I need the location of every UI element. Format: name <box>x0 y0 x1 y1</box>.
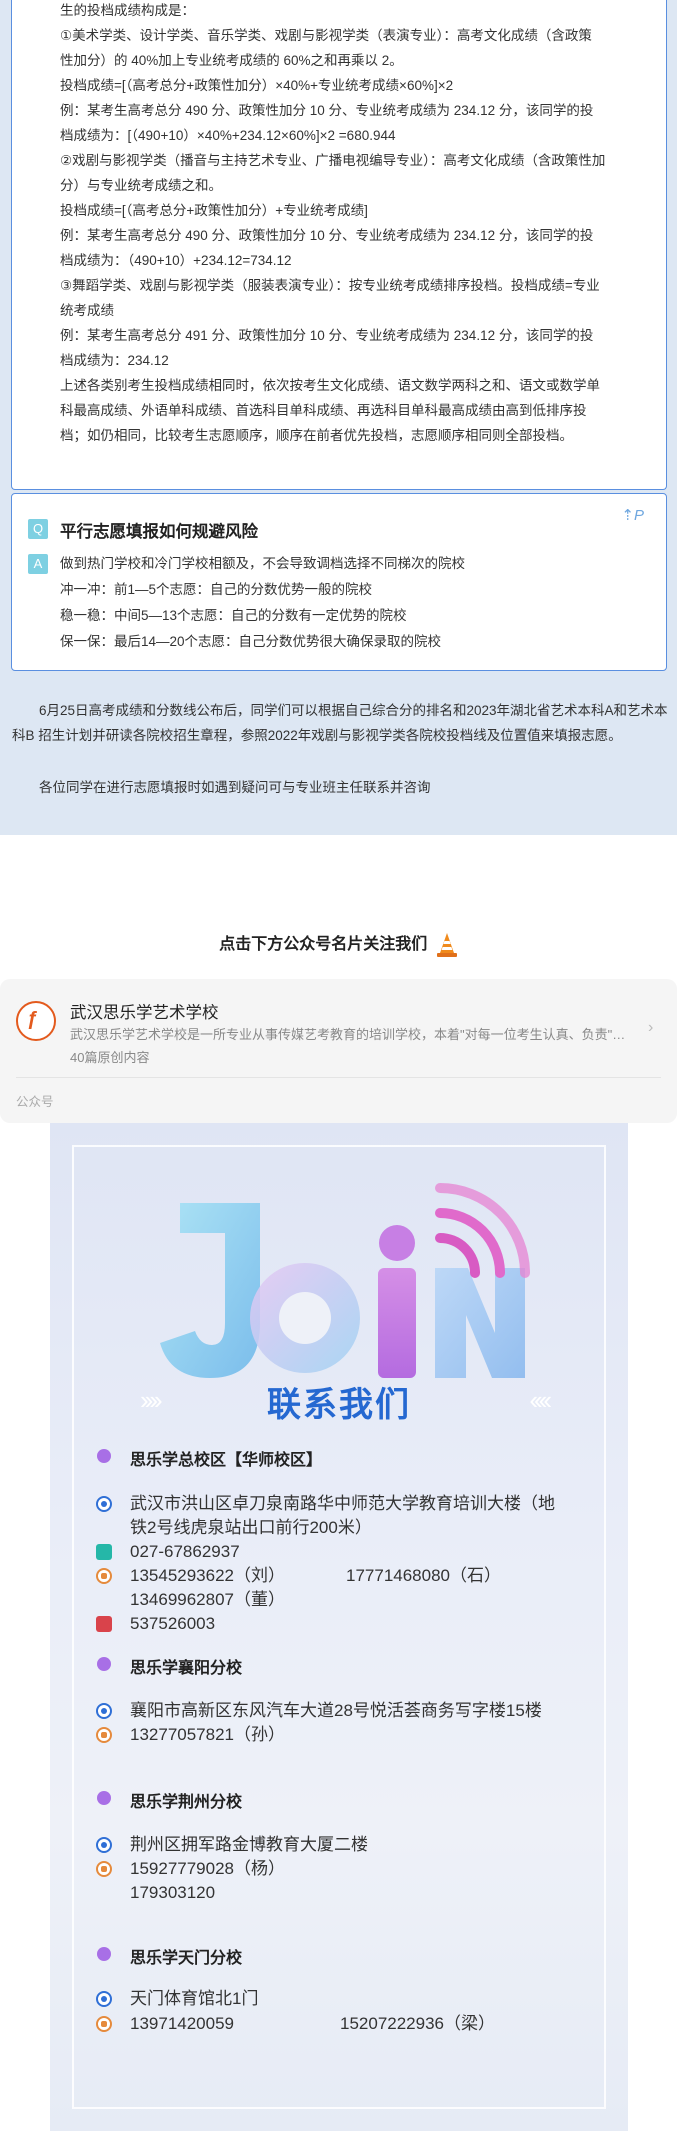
follow-prompt-text: 点击下方公众号名片关注我们 <box>219 936 428 953</box>
rule-line: 投档成绩=[（高考总分+政策性加分）+专业统考成绩] <box>60 203 368 218</box>
phone-icon <box>96 1568 112 1584</box>
rule-line: ①美术学类、设计学类、音乐学类、戏剧与影视学类（表演专业）：高考文化成绩（含政策 <box>60 28 592 43</box>
closing-paragraph: 6月25日高考成绩和分数线公布后，同学们可以根据自己综合分的排名和2023年湖北… <box>12 703 668 743</box>
traffic-cone-icon <box>436 932 457 957</box>
campus-phone: 179303120 <box>130 1883 216 1902</box>
rule-line: 例：某考生高考总分 490 分、政策性加分 10 分、专业统考成绩为 234.1… <box>60 103 594 118</box>
campus-tel: 027-67862937 <box>130 1542 240 1561</box>
qq-icon <box>96 1616 112 1632</box>
qa-answer-line: 稳一稳：中间5—13个志愿：自己的分数有一定优势的院校 <box>60 608 407 623</box>
campus-bullet-icon <box>97 1947 111 1961</box>
location-icon <box>96 1837 112 1853</box>
telephone-icon <box>96 1544 112 1560</box>
location-icon <box>96 1703 112 1719</box>
join-graphic <box>160 1183 530 1378</box>
rule-line: 生的投档成绩构成是： <box>60 3 195 18</box>
rule-line: 上述各类别考生投档成绩相同时，依次按考生文化成绩、语文数学两科之和、语文或数学单 <box>60 378 600 393</box>
campus-name: 思乐学襄阳分校 <box>130 1660 243 1677</box>
answer-badge-icon: A <box>28 554 48 574</box>
campus-address: 天门体育馆北1门 <box>130 1989 259 2008</box>
qa-answer-line: 冲一冲：前1—5个志愿：自己的分数优势一般的院校 <box>60 582 373 597</box>
qa-answer-line: 做到热门学校和冷门学校相额及，不会导致调档选择不同梯次的院校 <box>60 556 465 571</box>
closing-line: 各位同学在进行志愿填报时如遇到疑问可与专业班主任联系并咨询 <box>39 780 431 795</box>
article-count: 40篇原创内容 <box>70 1050 150 1065</box>
rule-line: 档；如仍相同，比较考生志愿顺序，顺序在前者优先投档，志愿顺序相同则全部投档。 <box>60 428 573 443</box>
account-logo-icon: ƒ <box>16 1001 56 1041</box>
qa-answer-line: 保一保：最后14—20个志愿：自己分数优势很大确保录取的院校 <box>60 634 442 649</box>
campus-phone: 17771468080（石） <box>346 1566 502 1585</box>
rule-line: 统考成绩 <box>60 303 114 318</box>
account-name: 武汉思乐学艺术学校 <box>70 1004 219 1022</box>
location-icon <box>96 1496 112 1512</box>
rule-line: 档成绩为：234.12 <box>60 353 169 368</box>
campus-address: 荆州区拥军路金博教育大厦二楼 <box>130 1835 368 1854</box>
rule-line: 档成绩为：[（490+10）×40%+234.12×60%]×2 =680.94… <box>60 128 396 143</box>
score-rules-box: 生的投档成绩构成是： ①美术学类、设计学类、音乐学类、戏剧与影视学类（表演专业）… <box>11 0 667 490</box>
rule-line: 档成绩为：（490+10）+234.12=734.12 <box>60 253 292 268</box>
rule-line: ②戏剧与影视学类（播音与主持艺术专业、广播电视编导专业）：高考文化成绩（含政策性… <box>60 153 606 168</box>
chevron-right-icon: › <box>648 1019 654 1036</box>
follow-prompt: 点击下方公众号名片关注我们 <box>0 930 677 958</box>
rule-line: ③舞蹈学类、戏剧与影视学类（服装表演专业）：按专业统考成绩排序投档。投档成绩=专… <box>60 278 600 293</box>
account-type-tag: 公众号 <box>16 1095 54 1109</box>
rule-line: 投档成绩=[（高考总分+政策性加分）×40%+专业统考成绩×60%]×2 <box>60 78 454 93</box>
corner-mark-icon: ⇡P <box>621 507 644 524</box>
campus-bullet-icon <box>97 1449 111 1463</box>
location-icon <box>96 1991 112 2007</box>
qa-question: 平行志愿填报如何规避风险 <box>60 523 258 541</box>
campus-bullet-icon <box>97 1791 111 1805</box>
rule-line: 性加分）的 40%加上专业统考成绩的 60%之和再乘以 2。 <box>60 53 403 68</box>
campus-bullet-icon <box>97 1657 111 1671</box>
official-account-card[interactable]: ƒ 武汉思乐学艺术学校 武汉思乐学艺术学校是一所专业从事传媒艺考教育的培训学校，… <box>0 979 677 1123</box>
rule-line: 科最高成绩、外语单科成绩、首选科目单科成绩、再选科目单科最高成绩由高到低排序投 <box>60 403 587 418</box>
qa-box: ⇡P Q 平行志愿填报如何规避风险 A 做到热门学校和冷门学校相额及，不会导致调… <box>11 493 667 671</box>
campus-address: 襄阳市高新区东风汽车大道28号悦活荟商务写字楼15楼 <box>130 1701 542 1720</box>
campus-address-cont: 铁2号线虎泉站出口前行200米） <box>130 1518 372 1537</box>
campus-address: 武汉市洪山区卓刀泉南路华中师范大学教育培训大楼（地 <box>130 1494 555 1513</box>
phone-icon <box>96 1861 112 1877</box>
rule-line: 例：某考生高考总分 490 分、政策性加分 10 分、专业统考成绩为 234.1… <box>60 228 594 243</box>
campus-name: 思乐学总校区【华师校区】 <box>130 1452 323 1469</box>
question-badge-icon: Q <box>28 519 48 539</box>
card-divider <box>16 1077 661 1078</box>
contact-poster: ›››› 联系我们 ‹‹‹‹ 思乐学总校区【华师校区】 武汉市洪山区卓刀泉南路华… <box>50 1123 628 2131</box>
campus-phone: 13545293622（刘） <box>130 1566 286 1585</box>
phone-icon <box>96 2016 112 2032</box>
rule-line: 例：某考生高考总分 491 分、政策性加分 10 分、专业统考成绩为 234.1… <box>60 328 594 343</box>
phone-icon <box>96 1727 112 1743</box>
campus-phone: 13971420059 <box>130 2014 235 2033</box>
campus-phone: 13469962807（董） <box>130 1590 286 1609</box>
rule-line: 分）与专业统考成绩之和。 <box>60 178 222 193</box>
campus-name: 思乐学荆州分校 <box>130 1794 243 1811</box>
campus-phone: 13277057821（孙） <box>130 1725 286 1744</box>
chevrons-right-icon: ‹‹‹‹ <box>529 1385 552 1415</box>
campus-phone: 15927779028（杨） <box>130 1859 286 1878</box>
campus-phone: 15207222936（梁） <box>340 2014 496 2033</box>
account-description: 武汉思乐学艺术学校是一所专业从事传媒艺考教育的培训学校，本着"对每一位考生认真、… <box>70 1027 635 1042</box>
campus-name: 思乐学天门分校 <box>130 1950 243 1967</box>
campus-qq: 537526003 <box>130 1614 216 1633</box>
